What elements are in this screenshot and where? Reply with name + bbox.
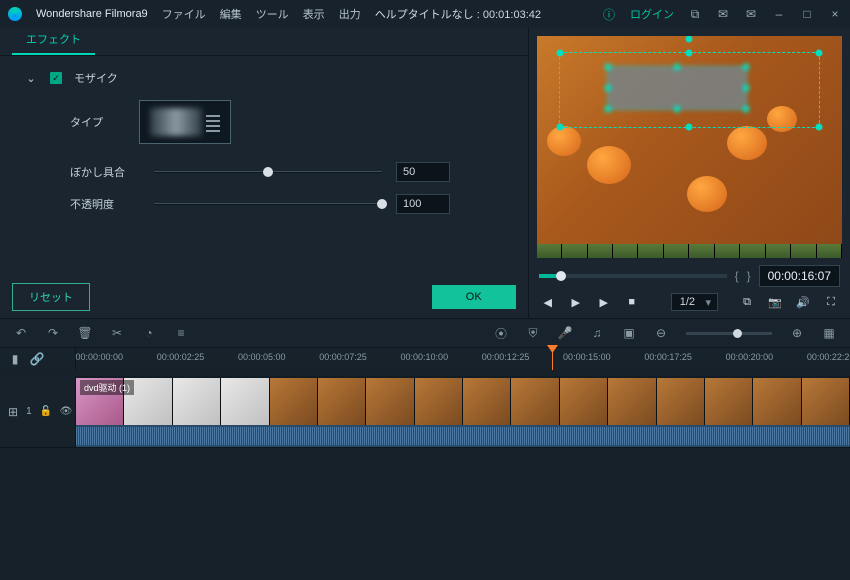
effect-tabs: エフェクト [0, 28, 528, 56]
close-icon[interactable]: × [828, 7, 842, 21]
crop-icon[interactable]: ▣ [622, 326, 636, 340]
ruler-label: 00:00:05:00 [238, 352, 286, 362]
ruler-label: 00:00:10:00 [401, 352, 449, 362]
login-link[interactable]: ログイン [630, 6, 674, 22]
display-icon[interactable]: ⧉ [738, 293, 756, 311]
type-label: タイプ [70, 114, 103, 130]
mosaic-blur-icon [150, 108, 202, 136]
ok-button[interactable]: OK [432, 285, 516, 309]
adjust-icon[interactable]: ≡ [174, 326, 188, 340]
effect-checkbox[interactable]: ✓ [50, 72, 62, 84]
link-icon[interactable]: 🔗 [30, 352, 44, 366]
ruler-label: 00:00:07:25 [319, 352, 367, 362]
title-bar: Wondershare Filmora9 ファイル 編集 ツール 表示 出力 ヘ… [0, 0, 850, 28]
mark-in-icon[interactable]: { [735, 269, 739, 283]
mosaic-bars-icon [206, 112, 220, 132]
audio-icon[interactable]: ♫ [590, 326, 604, 340]
effect-name: モザイク [74, 70, 118, 86]
timeline-ruler[interactable]: 00:00:00:00 00:00:02:25 00:00:05:00 00:0… [76, 348, 850, 370]
lock-icon[interactable]: 🔓 [40, 406, 52, 417]
timeline-view-icon[interactable]: ▦ [822, 326, 836, 340]
ruler-label: 00:00:17:25 [644, 352, 692, 362]
video-clip[interactable]: dvd驱动 (1) [76, 378, 850, 426]
track-1-label: 1 [26, 406, 32, 417]
preview-timecode: 00:00:16:07 [759, 265, 840, 287]
selection-rect-inner[interactable] [607, 66, 747, 110]
fullscreen-icon[interactable]: ⛶ [822, 293, 840, 311]
mosaic-type-preview[interactable] [139, 100, 231, 144]
reset-button[interactable]: リセット [12, 283, 90, 311]
opacity-label: 不透明度 [70, 196, 140, 212]
message-icon[interactable]: ✉ [716, 7, 730, 21]
marker-icon[interactable]: ⛨ [526, 326, 540, 340]
split-icon[interactable]: ✂ [110, 326, 124, 340]
next-button[interactable]: ▶ [595, 293, 613, 311]
undo-icon[interactable]: ↶ [14, 326, 28, 340]
mark-out-icon[interactable]: } [747, 269, 751, 283]
zoom-out-icon[interactable]: ⊖ [654, 326, 668, 340]
speed-icon[interactable]: ◔ [142, 326, 156, 340]
effect-panel: エフェクト ⌄ ✓ モザイク タイプ ぼかし具合 [0, 28, 529, 318]
stop-button[interactable]: ■ [623, 293, 641, 311]
render-icon[interactable]: ⦿ [494, 326, 508, 340]
track-1: ⊞ 1 🔓 👁 dvd驱动 (1) [0, 376, 850, 448]
titlebar-right: ⓘ ログイン ⧉ ✉ ✉ – □ × [602, 6, 842, 22]
blur-slider[interactable] [154, 165, 382, 179]
minimize-icon[interactable]: – [772, 7, 786, 21]
ruler-label: 00:00:00:00 [75, 352, 123, 362]
info-icon[interactable]: ⓘ [602, 7, 616, 21]
menu-tool[interactable]: ツール [256, 6, 289, 22]
track-icon: ⊞ [8, 405, 18, 419]
app-title: Wondershare Filmora9 [36, 8, 148, 20]
chevron-down-icon[interactable]: ⌄ [24, 72, 38, 85]
menu-edit[interactable]: 編集 [220, 6, 242, 22]
timeline: ⊞ 2 🔓 👁 モザイク モザイク ✕ ⊞ 1 🔓 👁 [0, 370, 850, 580]
main-menu: ファイル 編集 ツール 表示 出力 ヘルプタイトルなし : 00:01:03:4… [162, 6, 541, 22]
menu-output[interactable]: 出力 [339, 6, 361, 22]
account-icon[interactable]: ✉ [744, 7, 758, 21]
preview-progress[interactable] [539, 274, 727, 278]
opacity-value-input[interactable] [396, 194, 450, 214]
speed-select[interactable]: 1/2 [671, 293, 718, 311]
prev-button[interactable]: ◀ [539, 293, 557, 311]
ruler-label: 00:00:22:25 [807, 352, 850, 362]
export-icon[interactable]: ⧉ [688, 7, 702, 21]
timeline-toolbar: ↶ ↷ 🗑 ✂ ◔ ≡ ⦿ ⛨ 🎤 ♫ ▣ ⊖ ⊕ ▦ [0, 318, 850, 348]
record-icon[interactable]: 🎤 [558, 326, 572, 340]
redo-icon[interactable]: ↷ [46, 326, 60, 340]
menu-file[interactable]: ファイル [162, 6, 206, 22]
volume-icon[interactable]: 🔊 [794, 293, 812, 311]
ruler-label: 00:00:02:25 [157, 352, 205, 362]
blur-label: ぼかし具合 [70, 164, 140, 180]
preview-filmstrip [537, 244, 842, 258]
snapshot-icon[interactable]: 📷 [766, 293, 784, 311]
tab-effect[interactable]: エフェクト [12, 25, 95, 55]
zoom-slider[interactable] [686, 332, 772, 335]
delete-icon[interactable]: 🗑 [78, 326, 92, 340]
menu-help-title: ヘルプタイトルなし : 00:01:03:42 [375, 6, 541, 22]
app-logo-icon [8, 7, 22, 21]
blur-value-input[interactable] [396, 162, 450, 182]
eye-icon[interactable]: 👁 [60, 406, 72, 417]
clip-label: dvd驱动 (1) [80, 380, 134, 395]
marker-tool-icon[interactable]: ▮ [8, 352, 22, 366]
zoom-in-icon[interactable]: ⊕ [790, 326, 804, 340]
ruler-label: 00:00:15:00 [563, 352, 611, 362]
menu-view[interactable]: 表示 [303, 6, 325, 22]
play-button[interactable]: ▶ [567, 293, 585, 311]
preview-panel: { } 00:00:16:07 ◀ ▶ ▶ ■ 1/2 ⧉ 📷 🔊 ⛶ [529, 28, 850, 318]
ruler-label: 00:00:20:00 [726, 352, 774, 362]
ruler-label: 00:00:12:25 [482, 352, 530, 362]
timeline-ruler-row: ▮ 🔗 00:00:00:00 00:00:02:25 00:00:05:00 … [0, 348, 850, 370]
preview-viewport[interactable] [537, 36, 842, 258]
audio-waveform[interactable] [76, 425, 850, 447]
maximize-icon[interactable]: □ [800, 7, 814, 21]
opacity-slider[interactable] [154, 197, 382, 211]
